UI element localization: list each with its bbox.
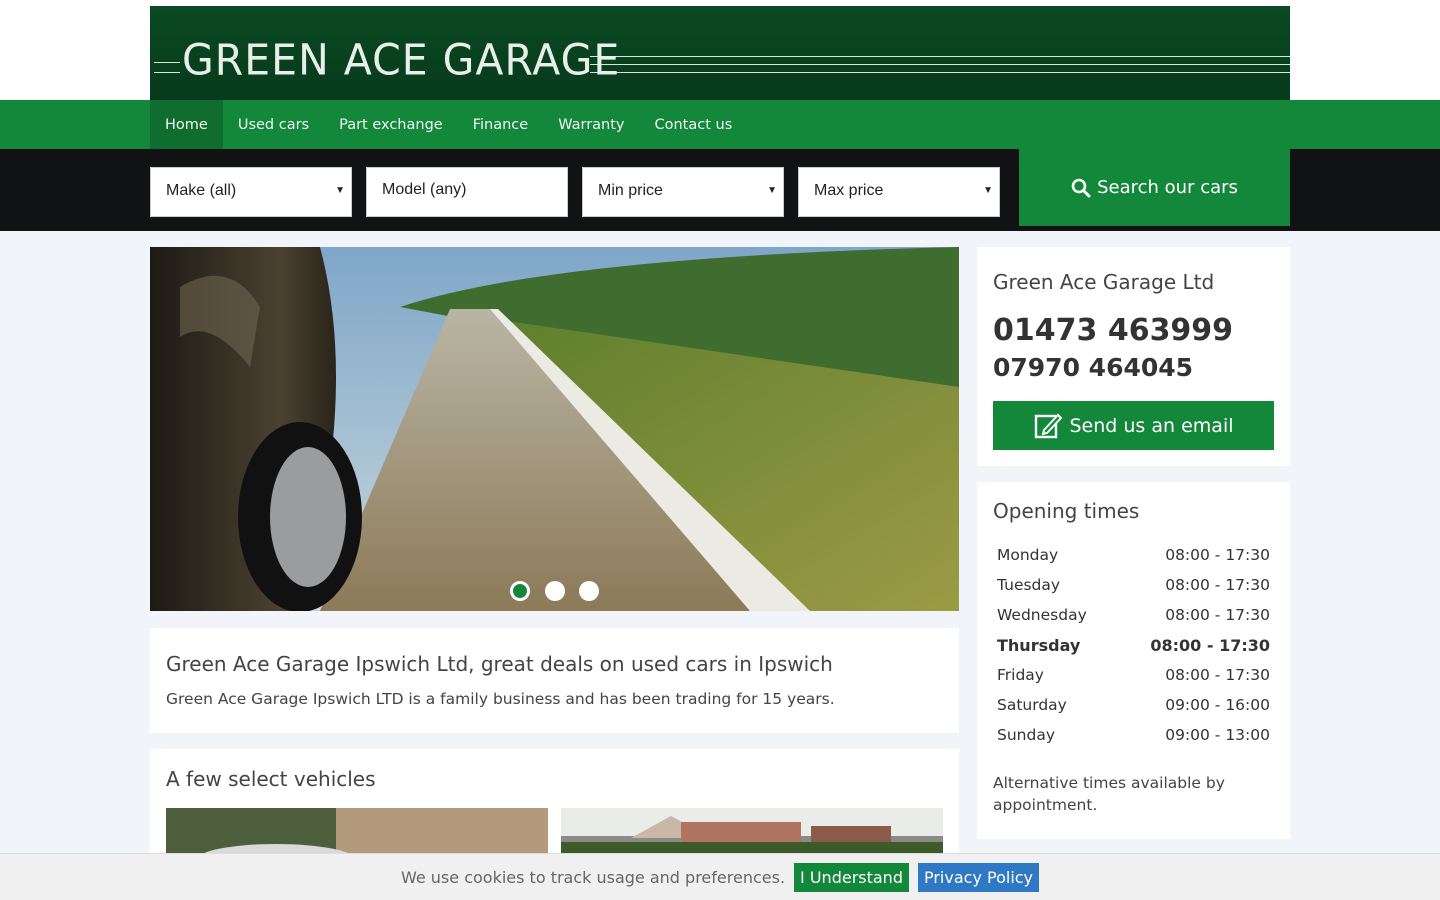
- min-price-value: Min price: [598, 182, 663, 199]
- search-bar: Make (all) ▼ Model (any) Min price ▼ Max…: [0, 149, 1440, 231]
- nav-part-exchange[interactable]: Part exchange: [324, 100, 458, 149]
- opening-row: Tuesday 08:00 - 17:30: [997, 576, 1270, 594]
- chevron-down-icon: ▼: [983, 185, 993, 196]
- slider-dot-2[interactable]: [545, 581, 565, 601]
- max-price-select[interactable]: Max price ▼: [798, 167, 1000, 217]
- search-button-label: Search our cars: [1097, 177, 1238, 198]
- slider-dot-1[interactable]: [510, 581, 530, 601]
- day-label: Thursday: [997, 636, 1081, 655]
- send-email-label: Send us an email: [1069, 414, 1234, 437]
- chevron-down-icon: ▼: [767, 185, 777, 196]
- opening-row: Wednesday 08:00 - 17:30: [997, 606, 1270, 624]
- opening-row: Monday 08:00 - 17:30: [997, 546, 1270, 564]
- logo-text: GREEN ACE GARAGE: [182, 34, 621, 86]
- cookie-text: We use cookies to track usage and prefer…: [400, 867, 786, 887]
- day-label: Tuesday: [997, 576, 1061, 594]
- privacy-policy-button[interactable]: Privacy Policy: [917, 862, 1040, 892]
- hours-label: 08:00 - 17:30: [1165, 576, 1270, 594]
- phone-primary[interactable]: 01473 463999: [993, 313, 1233, 348]
- day-label: Saturday: [997, 696, 1067, 714]
- opening-times-panel: Opening times Monday 08:00 - 17:30 Tuesd…: [977, 482, 1290, 839]
- edit-icon: [1034, 413, 1062, 438]
- opening-row: Friday 08:00 - 17:30: [997, 666, 1270, 684]
- intro-text: Green Ace Garage Ipswich LTD is a family…: [166, 690, 835, 708]
- model-input[interactable]: Model (any): [366, 167, 568, 217]
- send-email-button[interactable]: Send us an email: [993, 401, 1274, 450]
- nav-contact-us[interactable]: Contact us: [640, 100, 748, 149]
- opening-times-title: Opening times: [993, 499, 1140, 523]
- day-label: Sunday: [997, 726, 1055, 744]
- search-cars-button[interactable]: Search our cars: [1019, 149, 1290, 226]
- intro-title: Green Ace Garage Ipswich Ltd, great deal…: [166, 652, 833, 676]
- phone-secondary[interactable]: 07970 464045: [993, 353, 1193, 382]
- header: GREEN ACE GARAGE: [0, 0, 1440, 100]
- day-label: Friday: [997, 666, 1044, 684]
- cookie-banner: We use cookies to track usage and prefer…: [0, 853, 1440, 900]
- hours-label: 09:00 - 16:00: [1165, 696, 1270, 714]
- hours-label: 09:00 - 13:00: [1165, 726, 1270, 744]
- nav-home[interactable]: Home: [150, 100, 223, 149]
- hours-label: 08:00 - 17:30: [1165, 606, 1270, 624]
- road-car-image: [150, 247, 959, 611]
- opening-row: Saturday 09:00 - 16:00: [997, 696, 1270, 714]
- min-price-select[interactable]: Min price ▼: [582, 167, 784, 217]
- opening-row-today: Thursday 08:00 - 17:30: [997, 636, 1270, 655]
- logo-banner[interactable]: GREEN ACE GARAGE: [150, 6, 1290, 100]
- accept-cookies-button[interactable]: I Understand: [794, 862, 909, 892]
- nav-finance[interactable]: Finance: [458, 100, 543, 149]
- company-name: Green Ace Garage Ltd: [993, 270, 1215, 294]
- chevron-down-icon: ▼: [335, 185, 345, 196]
- hero-slider[interactable]: [150, 247, 959, 611]
- make-select[interactable]: Make (all) ▼: [150, 167, 352, 217]
- opening-row: Sunday 09:00 - 13:00: [997, 726, 1270, 744]
- contact-panel: Green Ace Garage Ltd 01473 463999 07970 …: [977, 247, 1290, 466]
- intro-panel: Green Ace Garage Ipswich Ltd, great deal…: [150, 628, 959, 733]
- make-select-value: Make (all): [166, 182, 237, 199]
- hours-label: 08:00 - 17:30: [1165, 546, 1270, 564]
- opening-times-note: Alternative times available by appointme…: [993, 774, 1225, 814]
- hours-label: 08:00 - 17:30: [1165, 666, 1270, 684]
- day-label: Wednesday: [997, 606, 1087, 624]
- model-input-value: Model (any): [382, 181, 467, 198]
- vehicles-title: A few select vehicles: [166, 767, 376, 791]
- max-price-value: Max price: [814, 182, 884, 199]
- nav-warranty[interactable]: Warranty: [543, 100, 639, 149]
- day-label: Monday: [997, 546, 1059, 564]
- slider-dot-3[interactable]: [579, 581, 599, 601]
- nav-items: Home Used cars Part exchange Finance War…: [150, 100, 747, 149]
- hours-label: 08:00 - 17:30: [1150, 636, 1270, 655]
- search-icon: [1071, 178, 1091, 197]
- nav-used-cars[interactable]: Used cars: [223, 100, 324, 149]
